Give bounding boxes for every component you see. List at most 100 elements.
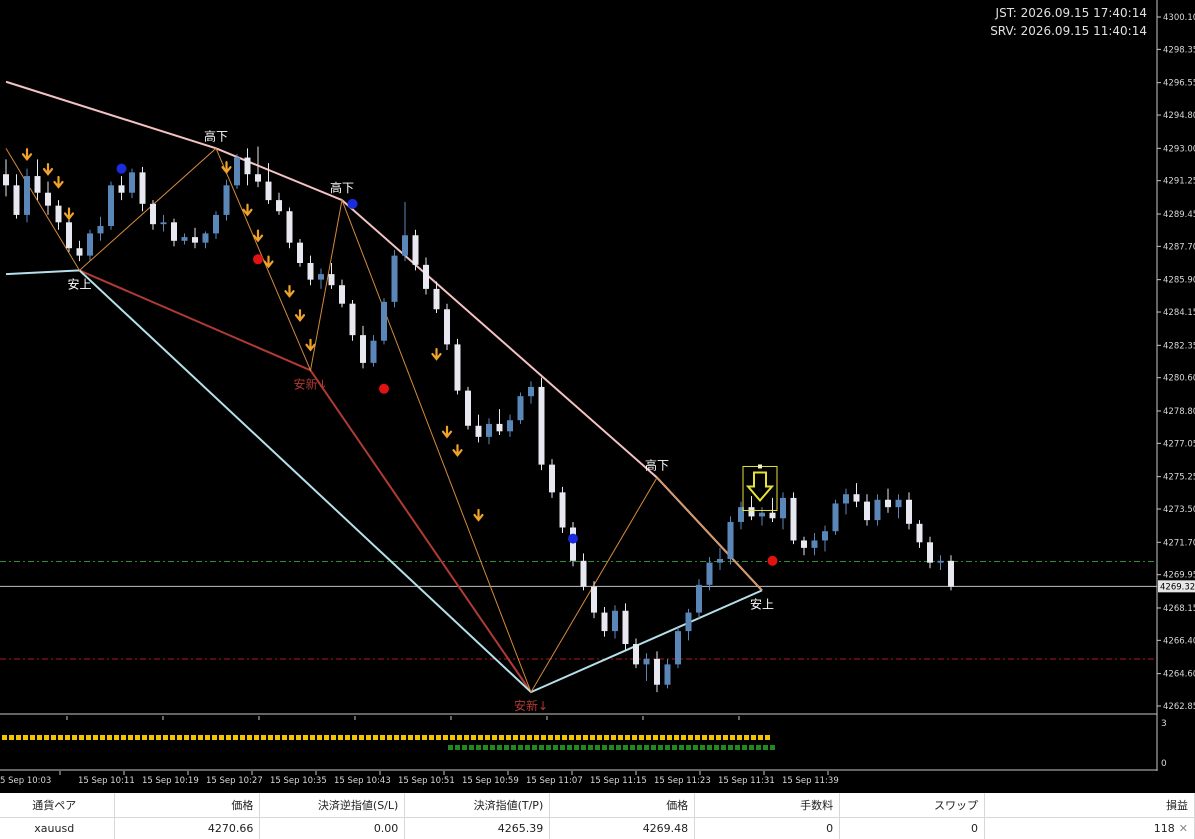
sell-signal-dot bbox=[379, 383, 389, 394]
yellow-indicator-bar bbox=[51, 735, 56, 740]
green-indicator-bar bbox=[707, 745, 712, 750]
header-commission[interactable]: 手数料 bbox=[694, 793, 841, 818]
green-indicator-bar bbox=[644, 745, 649, 750]
candle-body bbox=[759, 512, 765, 517]
header-swap[interactable]: スワップ bbox=[839, 793, 986, 818]
yellow-indicator-bar bbox=[429, 735, 434, 740]
zigzag-label-low_new: 安新↓ bbox=[514, 698, 548, 713]
price-tick-label: 4264.60 bbox=[1163, 670, 1195, 680]
yellow-indicator-bar bbox=[72, 735, 77, 740]
yellow-indicator-bar bbox=[653, 735, 658, 740]
yellow-indicator-bar bbox=[226, 735, 231, 740]
green-indicator-bar bbox=[770, 745, 775, 750]
yellow-indicator-bar bbox=[513, 735, 518, 740]
yellow-indicator-bar bbox=[527, 735, 532, 740]
green-indicator-bar bbox=[728, 745, 733, 750]
yellow-indicator-bar bbox=[492, 735, 497, 740]
position-row[interactable]: xauusd 4270.66 0.00 4265.39 4269.48 0 0 … bbox=[0, 817, 1195, 839]
time-tick-label: 15 Sep 10:43 bbox=[334, 776, 391, 786]
yellow-indicator-bar bbox=[611, 735, 616, 740]
candle-body bbox=[412, 235, 419, 265]
yellow-indicator-bar bbox=[93, 735, 98, 740]
yellow-indicator-bar bbox=[639, 735, 644, 740]
cell-take-profit[interactable]: 4265.39 bbox=[404, 817, 551, 839]
header-stop-loss[interactable]: 決済逆指値(S/L) bbox=[259, 793, 406, 818]
sell-arrow-icon bbox=[441, 425, 453, 439]
candle-body bbox=[643, 658, 650, 665]
zigzag-label-high_down: 高下 bbox=[204, 128, 228, 143]
green-indicator-bar bbox=[637, 745, 642, 750]
green-indicator-bar bbox=[749, 745, 754, 750]
positions-table: 通貨ペア 価格 決済逆指値(S/L) 決済指値(T/P) 価格 手数料 スワップ… bbox=[0, 793, 1195, 839]
candle-body bbox=[937, 560, 944, 563]
candle-body bbox=[570, 527, 576, 561]
close-icon[interactable]: ✕ bbox=[1179, 822, 1188, 835]
green-indicator-bar bbox=[756, 745, 761, 750]
sell-arrow-icon bbox=[21, 148, 33, 162]
yellow-indicator-bar bbox=[37, 735, 42, 740]
header-take-profit[interactable]: 決済指値(T/P) bbox=[404, 793, 551, 818]
price-tick-label: 4289.45 bbox=[1163, 210, 1195, 220]
yellow-indicator-bar bbox=[401, 735, 406, 740]
alert-handle[interactable] bbox=[758, 464, 762, 469]
green-indicator-bar bbox=[469, 745, 474, 750]
yellow-indicator-bar bbox=[758, 735, 763, 740]
candle-body bbox=[622, 610, 629, 645]
time-tick-label: 5 Sep 10:03 bbox=[0, 776, 51, 786]
indicator-panel[interactable]: 30 bbox=[0, 716, 1195, 771]
candle-body bbox=[538, 386, 545, 465]
zigzag-line bbox=[5, 147, 763, 694]
candle-body bbox=[454, 344, 461, 391]
yellow-indicator-bar bbox=[149, 735, 154, 740]
price-tick-label: 4298.35 bbox=[1163, 45, 1195, 55]
yellow-indicator-bar bbox=[100, 735, 105, 740]
yellow-indicator-bar bbox=[569, 735, 574, 740]
time-tick-label: 15 Sep 10:35 bbox=[270, 776, 327, 786]
candle-body bbox=[328, 274, 335, 286]
yellow-indicator-bar bbox=[723, 735, 728, 740]
header-current-price[interactable]: 価格 bbox=[549, 793, 696, 818]
green-indicator-bar bbox=[735, 745, 740, 750]
header-profit[interactable]: 損益 bbox=[984, 793, 1195, 818]
yellow-indicator-bar bbox=[205, 735, 210, 740]
time-tick-label: 15 Sep 11:07 bbox=[526, 776, 583, 786]
candle-body bbox=[895, 499, 902, 508]
candle-body bbox=[76, 248, 83, 256]
price-chart[interactable]: 4300.10 4298.35 4296.55 4294.80 4293.00 4291.… bbox=[0, 0, 1195, 716]
yellow-indicator-bar bbox=[415, 735, 420, 740]
candle-body bbox=[559, 492, 566, 528]
header-price[interactable]: 価格 bbox=[114, 793, 261, 818]
candle-body bbox=[202, 233, 209, 243]
price-tick-label: 4280.60 bbox=[1163, 374, 1195, 384]
price-tick-label: 4273.50 bbox=[1163, 505, 1195, 515]
yellow-indicator-bar bbox=[303, 735, 308, 740]
yellow-indicator-bar bbox=[478, 735, 483, 740]
yellow-indicator-bar bbox=[352, 735, 357, 740]
price-tick-label: 4300.10 bbox=[1163, 13, 1195, 23]
candle-body bbox=[255, 174, 261, 182]
yellow-indicator-bar bbox=[422, 735, 427, 740]
yellow-indicator-bar bbox=[681, 735, 686, 740]
time-axis: 5 Sep 10:03 15 Sep 10:11 15 Sep 10:19 15 Se… bbox=[0, 771, 839, 786]
candle-body bbox=[381, 301, 387, 341]
header-symbol[interactable]: 通貨ペア bbox=[0, 793, 116, 818]
candle-body bbox=[948, 560, 954, 587]
price-tick-label: 4285.90 bbox=[1163, 276, 1195, 286]
green-indicator-bar bbox=[630, 745, 635, 750]
price-tick-label: 4277.05 bbox=[1163, 439, 1195, 449]
sell-arrow-icon bbox=[242, 203, 253, 217]
green-indicator-bar bbox=[714, 745, 719, 750]
candle-body bbox=[34, 176, 41, 193]
yellow-indicator-bar bbox=[359, 735, 364, 740]
candle-body bbox=[45, 192, 51, 206]
yellow-indicator-bar bbox=[163, 735, 168, 740]
yellow-indicator-bar bbox=[590, 735, 595, 740]
green-indicator-bar bbox=[595, 745, 600, 750]
green-indicator-bar bbox=[532, 745, 537, 750]
green-indicator-bar bbox=[490, 745, 495, 750]
cell-stop-loss[interactable]: 0.00 bbox=[259, 817, 406, 839]
yellow-indicator-bar bbox=[751, 735, 756, 740]
zigzag-label-low_up: 安上 bbox=[750, 596, 774, 611]
candle-body bbox=[24, 176, 30, 215]
green-indicator-bar bbox=[763, 745, 768, 750]
